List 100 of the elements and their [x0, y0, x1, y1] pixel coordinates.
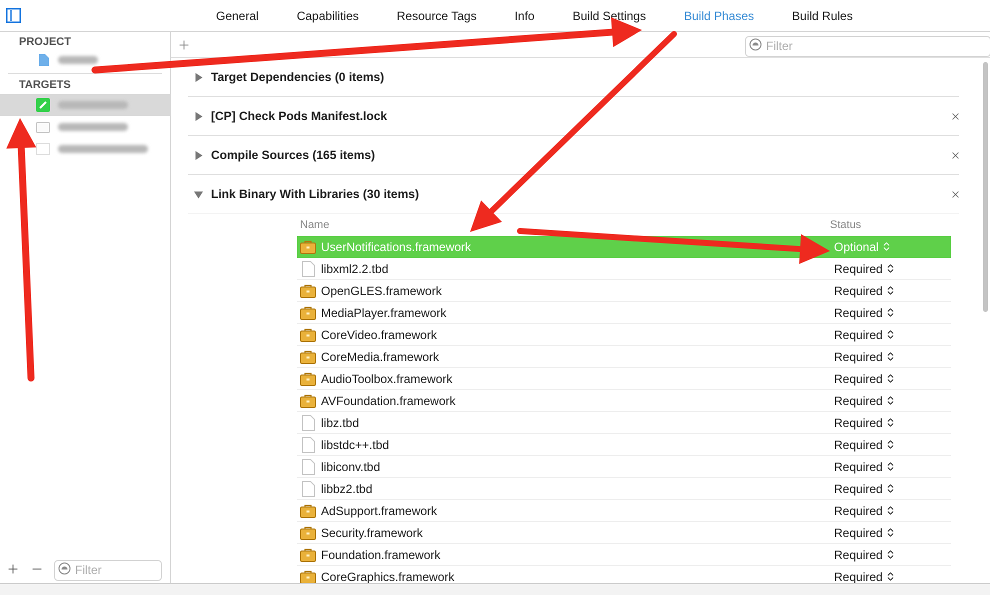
- stepper-icon: [884, 373, 896, 384]
- column-header: Name: [300, 218, 330, 233]
- library-name: MediaPlayer.framework: [321, 304, 446, 322]
- app-icon: [36, 98, 50, 112]
- close-icon[interactable]: [950, 188, 961, 200]
- add-icon[interactable]: [177, 38, 191, 52]
- briefcase-icon: [300, 284, 316, 298]
- blurred-label: [58, 56, 98, 64]
- tab[interactable]: Resource Tags: [378, 2, 496, 28]
- folder-icon: [36, 121, 50, 133]
- briefcase-icon: [300, 394, 316, 408]
- status-popup[interactable]: Required: [834, 458, 951, 476]
- briefcase-icon: [300, 372, 316, 386]
- status-popup[interactable]: Required: [834, 282, 951, 300]
- stepper-icon: [884, 527, 896, 538]
- status-popup[interactable]: Required: [834, 326, 951, 344]
- scrollbar-thumb[interactable]: [983, 62, 988, 312]
- briefcase-icon: [300, 570, 316, 583]
- collapsed-triangle-icon[interactable]: [194, 150, 203, 160]
- stepper-icon: [884, 351, 896, 362]
- stepper-icon: [884, 417, 896, 428]
- briefcase-icon: [300, 306, 316, 320]
- collapsed-triangle-icon[interactable]: [194, 72, 203, 82]
- stepper-icon: [884, 439, 896, 450]
- library-name: CoreVideo.framework: [321, 326, 437, 344]
- library-row[interactable]: CoreMedia.framework Required: [297, 346, 951, 368]
- status-popup[interactable]: Required: [834, 502, 951, 520]
- briefcase-icon: [300, 328, 316, 342]
- close-icon[interactable]: [950, 110, 961, 122]
- library-row[interactable]: AVFoundation.framework Required: [297, 390, 951, 412]
- library-row[interactable]: MediaPlayer.framework Required: [297, 302, 951, 324]
- library-name: libstdc++.tbd: [321, 436, 390, 454]
- document-icon: [302, 480, 314, 496]
- library-name: OpenGLES.framework: [321, 282, 442, 300]
- document-icon: [36, 143, 50, 155]
- library-name: CoreMedia.framework: [321, 348, 440, 366]
- document-icon: [302, 458, 314, 474]
- library-name: AudioToolbox.framework: [321, 370, 452, 388]
- document-icon: [302, 436, 314, 452]
- library-row[interactable]: libstdc++.tbd Required: [297, 434, 951, 456]
- library-name: Security.framework: [321, 524, 423, 542]
- status-popup[interactable]: Required: [834, 348, 951, 366]
- document-icon: [302, 414, 314, 430]
- status-popup[interactable]: Required: [834, 568, 951, 583]
- status-popup[interactable]: Required: [834, 392, 951, 410]
- briefcase-icon: [300, 350, 316, 364]
- status-popup[interactable]: Required: [834, 304, 951, 322]
- status-popup[interactable]: Required: [834, 260, 951, 278]
- briefcase-icon: [300, 526, 316, 540]
- briefcase-icon: [300, 240, 316, 254]
- library-row[interactable]: libxml2.2.tbd Required: [297, 258, 951, 280]
- column-header: Status: [830, 218, 862, 233]
- tab[interactable]: Build Settings: [554, 2, 665, 28]
- tab[interactable]: Capabilities: [278, 2, 378, 28]
- library-row[interactable]: libz.tbd Required: [297, 412, 951, 434]
- filter-field[interactable]: Filter: [745, 36, 990, 56]
- phase-title: Compile Sources (165 items): [211, 147, 376, 164]
- status-popup[interactable]: Required: [834, 436, 951, 454]
- library-row[interactable]: Security.framework Required: [297, 522, 951, 544]
- briefcase-icon: [300, 548, 316, 562]
- filter-field[interactable]: Filter: [54, 560, 162, 580]
- library-name: CoreGraphics.framework: [321, 568, 454, 583]
- stepper-icon: [884, 329, 896, 340]
- stepper-icon: [884, 285, 896, 296]
- status-popup[interactable]: Required: [834, 524, 951, 542]
- library-row[interactable]: libiconv.tbd Required: [297, 456, 951, 478]
- status-popup[interactable]: Required: [834, 370, 951, 388]
- add-icon[interactable]: [6, 562, 20, 576]
- stepper-icon: [884, 461, 896, 472]
- section-header: PROJECT: [18, 35, 72, 49]
- filter-icon: [749, 38, 762, 51]
- stepper-icon: [884, 571, 896, 582]
- library-row[interactable]: AudioToolbox.framework Required: [297, 368, 951, 390]
- document-icon: [302, 260, 314, 276]
- library-name: AVFoundation.framework: [321, 392, 456, 410]
- phase-title: Target Dependencies (0 items): [211, 69, 384, 86]
- expanded-triangle-icon[interactable]: [194, 190, 203, 198]
- library-name: AdSupport.framework: [321, 502, 438, 520]
- tab[interactable]: Info: [496, 2, 554, 28]
- stepper-icon: [884, 549, 896, 560]
- library-name: UserNotifications.framework: [321, 238, 472, 256]
- status-popup[interactable]: Required: [834, 480, 951, 498]
- close-icon[interactable]: [950, 150, 961, 160]
- collapsed-triangle-icon[interactable]: [194, 112, 203, 120]
- blurred-label: [58, 101, 128, 109]
- library-row[interactable]: CoreVideo.framework Required: [297, 324, 951, 346]
- library-row[interactable]: libbz2.tbd Required: [297, 478, 951, 500]
- status-popup[interactable]: Required: [834, 546, 951, 564]
- library-name: Foundation.framework: [321, 546, 440, 564]
- library-name: libz.tbd: [321, 414, 360, 432]
- status-popup[interactable]: Required: [834, 414, 951, 432]
- sidebar-toggle-icon[interactable]: [6, 8, 21, 23]
- library-row[interactable]: OpenGLES.framework Required: [297, 280, 951, 302]
- library-row[interactable]: Foundation.framework Required: [297, 544, 951, 566]
- filter-icon: [58, 562, 71, 575]
- tab[interactable]: General: [197, 2, 278, 28]
- phase-title: [CP] Check Pods Manifest.lock: [211, 108, 388, 125]
- phase-title: Link Binary With Libraries (30 items): [211, 186, 419, 203]
- tab[interactable]: Build Rules: [773, 2, 872, 28]
- library-row[interactable]: AdSupport.framework Required: [297, 500, 951, 522]
